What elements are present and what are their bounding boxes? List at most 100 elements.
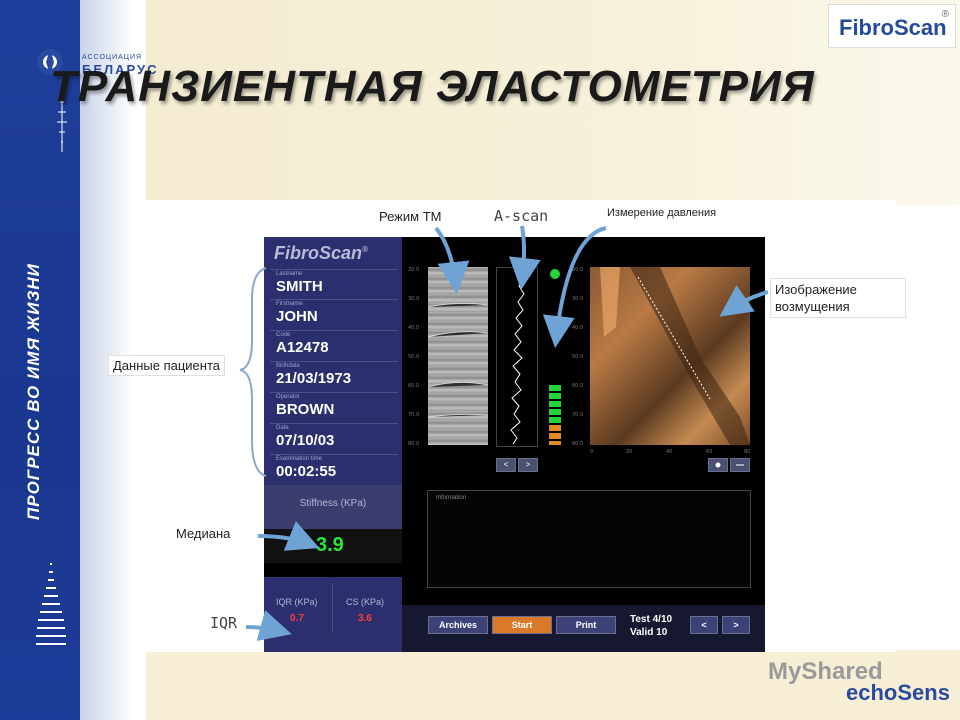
field-value: JOHN <box>276 308 318 325</box>
pressure-bar <box>549 409 561 415</box>
fibroscan-device-screen: FibroScan® Lastname SMITH Firstname JOHN… <box>264 237 765 652</box>
svg-text:40.0: 40.0 <box>572 325 583 331</box>
ascan-panel <box>496 267 538 447</box>
elasto-record-button[interactable] <box>708 458 728 472</box>
svg-text:50.0: 50.0 <box>408 354 419 360</box>
field-value: SMITH <box>276 278 323 295</box>
field-label: Firstname <box>276 301 303 307</box>
tm-depth-axis: 20.0 30.0 40.0 50.0 60.0 70.0 80.0 <box>408 267 419 447</box>
cs-value: 3.6 <box>358 613 372 624</box>
iqr-value: 0.7 <box>290 613 304 624</box>
fibroscan-logo: FibroScan ® <box>828 4 956 48</box>
test-value: 4/10 <box>652 614 673 625</box>
stiffness-header: Stiffness (KPa) <box>264 485 402 529</box>
pressure-bar <box>549 401 561 407</box>
field-value: A12478 <box>276 339 329 356</box>
test-line: Test 4/10 <box>630 613 672 626</box>
pressure-bar <box>549 393 561 399</box>
wave-image-annotation: Изображение возмущения <box>770 278 906 318</box>
field-label: Date <box>276 425 289 431</box>
echosens-logo: echoSens <box>846 680 950 705</box>
iqr-label: IQR (KPa) <box>276 597 318 607</box>
field-label: Examination time <box>276 456 323 462</box>
field-value: BROWN <box>276 401 335 418</box>
device-logo-text: FibroScan <box>274 243 363 263</box>
test-label: Test <box>630 614 650 625</box>
valid-value: 10 <box>656 627 668 638</box>
field-label: Code <box>276 332 291 338</box>
median-row: 3.9 <box>264 529 402 563</box>
median-value: 3.9 <box>316 534 344 556</box>
svg-text:20.0: 20.0 <box>408 267 419 273</box>
fibroscan-logo-text: FibroScan <box>839 15 947 40</box>
field-birthdate[interactable]: Birthdate 21/03/1973 <box>270 361 398 390</box>
side-slogan: ПРОГРЕСС ВО ИМЯ ЖИЗНИ <box>24 263 43 520</box>
patient-data-panel: FibroScan® Lastname SMITH Firstname JOHN… <box>264 237 402 485</box>
field-value: 07/10/03 <box>276 432 335 449</box>
device-logo: FibroScan® <box>274 243 368 264</box>
pressure-bar <box>549 417 561 423</box>
svg-text:80: 80 <box>744 449 750 455</box>
cs-label: CS (KPa) <box>346 597 385 607</box>
measure-prev-button[interactable]: < <box>690 616 718 634</box>
field-value: 21/03/1973 <box>276 370 352 387</box>
svg-text:30.0: 30.0 <box>408 296 419 302</box>
fan-bottom-icon <box>36 563 66 645</box>
svg-text:80.0: 80.0 <box>408 441 419 447</box>
archives-button[interactable]: Archives <box>428 616 488 634</box>
print-button[interactable]: Print <box>556 616 616 634</box>
pressure-bar <box>549 385 561 391</box>
wave-image <box>590 267 750 445</box>
valid-line: Valid 10 <box>630 626 672 639</box>
iqr-annotation: IQR <box>210 614 238 632</box>
field-exam-time[interactable]: Examination time 00:02:55 <box>270 454 398 483</box>
svg-text:40: 40 <box>666 449 672 455</box>
svg-text:60: 60 <box>706 449 712 455</box>
elasto-time-axis: 0 20 40 60 80 <box>590 449 750 455</box>
svg-text:60.0: 60.0 <box>408 383 419 389</box>
pressure-bar <box>549 433 561 439</box>
pressure-annotation: Измерение давления <box>607 207 717 219</box>
field-label: Birthdate <box>276 363 301 369</box>
svg-text:20.0: 20.0 <box>572 267 583 273</box>
field-label: Lastname <box>276 271 303 277</box>
field-date[interactable]: Date 07/10/03 <box>270 423 398 452</box>
ascan-annotation: A-scan <box>494 207 549 225</box>
information-label: Information <box>436 495 467 501</box>
device-logo-mark: ® <box>362 245 368 254</box>
association-small-text: АССОЦИАЦИЯ <box>82 54 143 61</box>
field-lastname[interactable]: Lastname SMITH <box>270 269 398 298</box>
start-button[interactable]: Start <box>492 616 552 634</box>
svg-text:0: 0 <box>590 449 593 455</box>
patient-data-annotation: Данные пациента <box>108 355 226 376</box>
tm-next-button[interactable]: > <box>518 458 538 472</box>
iqr-cs-divider <box>332 583 333 633</box>
pressure-indicator <box>546 267 564 445</box>
elasto-option-button[interactable] <box>730 458 750 472</box>
svg-text:70.0: 70.0 <box>408 412 419 418</box>
information-box: Information <box>427 490 751 588</box>
field-value: 00:02:55 <box>276 463 337 480</box>
test-counter: Test 4/10 Valid 10 <box>630 613 672 639</box>
elasto-depth-axis: 20.0 30.0 40.0 50.0 60.0 70.0 80.0 <box>572 267 583 447</box>
field-code[interactable]: Code A12478 <box>270 330 398 359</box>
field-operator[interactable]: Operator BROWN <box>270 392 398 421</box>
tm-mode-annotation: Режим ТМ <box>379 209 442 224</box>
svg-text:40.0: 40.0 <box>408 325 419 331</box>
svg-text:80.0: 80.0 <box>572 441 583 447</box>
svg-text:50.0: 50.0 <box>572 354 583 360</box>
tm-prev-button[interactable]: < <box>496 458 516 472</box>
svg-text:20: 20 <box>626 449 632 455</box>
svg-text:60.0: 60.0 <box>572 383 583 389</box>
median-annotation: Медиана <box>176 526 231 541</box>
measure-next-button[interactable]: > <box>722 616 750 634</box>
wave-propagation-line <box>600 267 750 445</box>
fibroscan-registered-mark: ® <box>941 9 949 20</box>
record-icon <box>715 462 721 468</box>
dash-icon <box>736 464 744 466</box>
pressure-bar <box>549 425 561 431</box>
stiffness-label: Stiffness (KPa) <box>299 498 367 509</box>
slide-title: ТРАНЗИЕНТНАЯ ЭЛАСТОМЕТРИЯ <box>50 62 815 111</box>
field-firstname[interactable]: Firstname JOHN <box>270 299 398 328</box>
pressure-status-dot <box>550 269 560 279</box>
